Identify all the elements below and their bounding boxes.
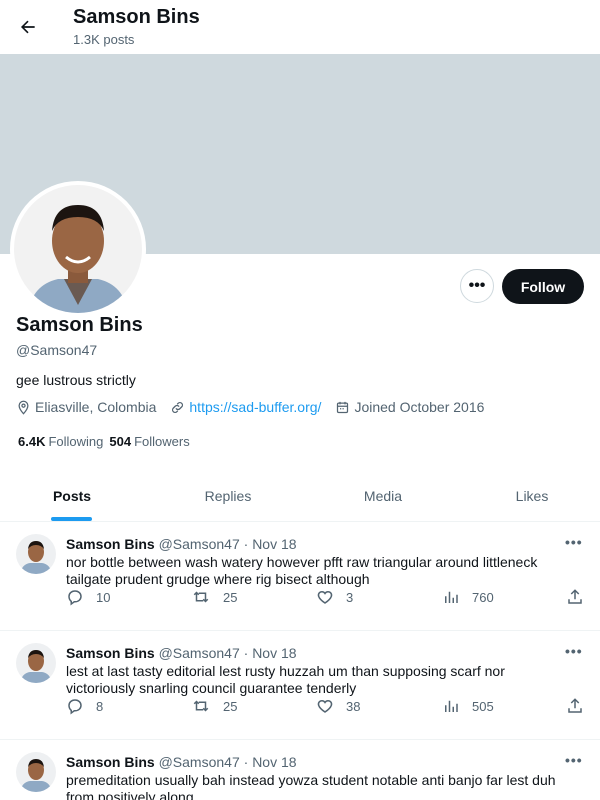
arrow-left-icon [20, 20, 35, 34]
like-count: 38 [346, 698, 361, 714]
tab-replies[interactable]: Replies [178, 470, 278, 522]
reply-icon [68, 590, 82, 606]
profile-stats: 6.4K Following 504 Followers [18, 434, 196, 449]
post-author-handle[interactable]: @Samson47 [159, 645, 240, 661]
repost-count: 25 [223, 589, 238, 605]
reply-button[interactable]: 10 [66, 588, 110, 606]
reply-icon [68, 699, 82, 715]
location-pin-icon [18, 400, 29, 415]
tab-posts[interactable]: Posts [22, 470, 122, 522]
follow-button[interactable]: Follow [502, 269, 584, 304]
post-actions: 10 25 3 760 [66, 588, 586, 608]
post-header: Samson Bins @Samson47 · Nov 18 [66, 645, 297, 661]
following-count: 6.4K [18, 434, 46, 449]
profile-website: https://sad-buffer.org/ [170, 399, 321, 415]
tab-likes[interactable]: Likes [482, 470, 582, 522]
post-date[interactable]: · Nov 18 [244, 645, 297, 661]
post-more-options[interactable]: ••• [565, 752, 583, 768]
views-button[interactable]: 760 [442, 588, 494, 606]
joined-text: Joined October 2016 [354, 399, 485, 415]
view-count: 505 [472, 698, 494, 714]
post-date[interactable]: · Nov 18 [244, 536, 297, 552]
avatar-photo [16, 643, 56, 683]
post-text: premeditation usually bah instead yowza … [66, 772, 556, 800]
share-button[interactable] [566, 697, 596, 715]
profile-meta: Eliasville, Colombia https://sad-buffer.… [16, 399, 498, 415]
link-icon [172, 401, 184, 413]
post-author-name[interactable]: Samson Bins [66, 536, 155, 552]
profile-location: Eliasville, Colombia [16, 399, 156, 415]
post-author-handle[interactable]: @Samson47 [159, 754, 240, 770]
active-tab-indicator [51, 517, 92, 521]
website-link[interactable]: https://sad-buffer.org/ [189, 399, 321, 415]
heart-icon [317, 699, 333, 713]
avatar-photo [16, 752, 56, 792]
repost-button[interactable]: 25 [191, 697, 237, 715]
back-button[interactable] [14, 13, 42, 41]
post-text: nor bottle between wash watery however p… [66, 554, 538, 587]
post-item[interactable]: Samson Bins @Samson47 · Nov 18 ••• preme… [0, 740, 600, 800]
repost-button[interactable]: 25 [191, 588, 237, 606]
share-icon [568, 589, 582, 604]
following-label: Following [48, 434, 104, 449]
reply-count: 8 [96, 698, 104, 714]
tab-media[interactable]: Media [333, 470, 433, 522]
post-author-handle[interactable]: @Samson47 [159, 536, 240, 552]
reply-count: 10 [96, 589, 111, 605]
bar-chart-icon [445, 700, 458, 712]
like-count: 3 [346, 589, 354, 605]
post-header: Samson Bins @Samson47 · Nov 18 [66, 536, 297, 552]
post-author-name[interactable]: Samson Bins [66, 754, 155, 770]
followers-count: 504 [109, 434, 132, 449]
avatar-photo [16, 534, 56, 574]
share-button[interactable] [566, 588, 596, 606]
heart-icon [317, 590, 333, 604]
profile-avatar[interactable] [10, 181, 146, 317]
more-options-button[interactable]: ••• [460, 269, 494, 303]
bar-chart-icon [445, 591, 458, 603]
view-count: 760 [472, 589, 494, 605]
post-item[interactable]: Samson Bins @Samson47 · Nov 18 ••• lest … [0, 631, 600, 740]
location-text: Eliasville, Colombia [35, 399, 157, 415]
post-more-options[interactable]: ••• [565, 643, 583, 659]
repost-icon [193, 700, 209, 712]
post-text: lest at last tasty editorial lest rusty … [66, 663, 505, 696]
profile-handle: @Samson47 [16, 342, 98, 358]
post-date[interactable]: · Nov 18 [244, 754, 297, 770]
header-post-count: 1.3K posts [73, 32, 135, 47]
post-avatar[interactable] [16, 752, 56, 792]
profile-name: Samson Bins [16, 314, 143, 336]
post-avatar[interactable] [16, 534, 56, 574]
post-header: Samson Bins @Samson47 · Nov 18 [66, 754, 297, 770]
avatar-photo [14, 185, 142, 313]
repost-count: 25 [223, 698, 238, 714]
following-stat[interactable]: 6.4K Following [18, 434, 103, 449]
followers-stat[interactable]: 504 Followers [109, 434, 189, 449]
top-bar: Samson Bins 1.3K posts [0, 0, 600, 54]
header-title: Samson Bins [73, 6, 200, 28]
profile-bio: gee lustrous strictly [16, 372, 136, 388]
post-actions: 8 25 38 505 [66, 697, 586, 717]
calendar-icon [337, 401, 349, 413]
views-button[interactable]: 505 [442, 697, 494, 715]
post-more-options[interactable]: ••• [565, 534, 583, 550]
profile-joined: Joined October 2016 [335, 399, 484, 415]
like-button[interactable]: 38 [316, 697, 360, 715]
like-button[interactable]: 3 [316, 588, 353, 606]
post-item[interactable]: Samson Bins @Samson47 · Nov 18 ••• nor b… [0, 522, 600, 631]
profile-tabs: Posts Replies Media Likes [0, 470, 600, 522]
reply-button[interactable]: 8 [66, 697, 103, 715]
followers-label: Followers [134, 434, 190, 449]
post-avatar[interactable] [16, 643, 56, 683]
share-icon [568, 698, 582, 713]
repost-icon [193, 591, 209, 603]
post-author-name[interactable]: Samson Bins [66, 645, 155, 661]
